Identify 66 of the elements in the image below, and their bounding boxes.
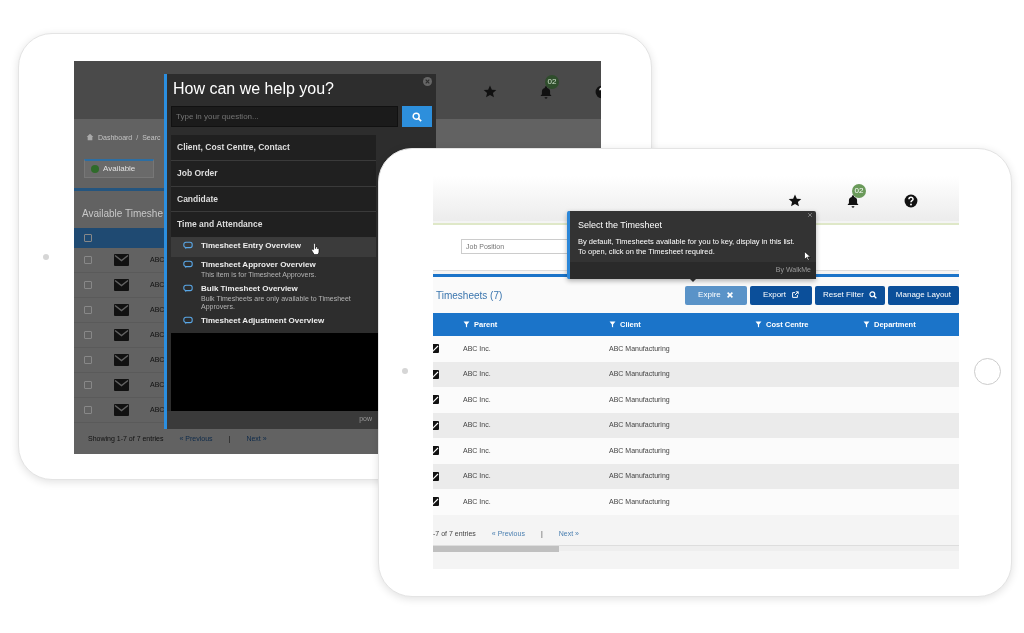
hand-cursor-icon bbox=[310, 243, 320, 256]
article-item[interactable]: Timesheet Adjustment Overview bbox=[171, 313, 376, 330]
close-icon[interactable] bbox=[423, 77, 432, 86]
panel-title: How can we help you? bbox=[172, 79, 335, 99]
article-title: Timesheet Adjustment Overview bbox=[201, 315, 325, 328]
chat-bubble-icon bbox=[183, 241, 193, 251]
status-dot-icon bbox=[91, 165, 99, 173]
article-title: Timesheet Approver Overview bbox=[201, 259, 317, 272]
home-icon bbox=[86, 133, 94, 141]
x-icon bbox=[725, 291, 734, 299]
table-title: Timesheets (7) bbox=[436, 288, 503, 303]
filter-icon bbox=[609, 321, 616, 328]
toolbar-button[interactable]: Manage Layout bbox=[887, 285, 959, 305]
star-icon[interactable] bbox=[788, 193, 802, 208]
close-icon[interactable] bbox=[807, 212, 813, 218]
envelope-icon bbox=[114, 354, 129, 366]
scrollbar[interactable] bbox=[433, 545, 959, 551]
checkbox[interactable] bbox=[84, 234, 92, 242]
envelope-icon bbox=[114, 279, 129, 291]
edit-icon bbox=[433, 471, 439, 481]
filter-icon bbox=[463, 321, 470, 328]
checkbox[interactable] bbox=[84, 381, 92, 389]
envelope-icon bbox=[114, 254, 129, 266]
envelope-icon bbox=[114, 304, 129, 316]
chat-bubble-icon bbox=[183, 260, 193, 270]
help-icon[interactable] bbox=[904, 193, 918, 208]
checkbox[interactable] bbox=[84, 281, 92, 289]
checkbox[interactable] bbox=[84, 406, 92, 414]
pointer-cursor-icon bbox=[804, 251, 811, 261]
checkbox[interactable] bbox=[84, 356, 92, 364]
envelope-icon bbox=[114, 379, 129, 391]
section-title: Available Timeshe bbox=[81, 207, 164, 221]
checkbox[interactable] bbox=[84, 256, 92, 264]
camera-dot bbox=[402, 368, 408, 374]
bell-icon[interactable] bbox=[846, 193, 860, 208]
filter-icon bbox=[755, 321, 762, 328]
search-field[interactable]: Type in your question... bbox=[171, 106, 399, 128]
search-button[interactable] bbox=[402, 106, 432, 128]
category-item[interactable]: Time and Attendance bbox=[171, 212, 376, 239]
search-icon bbox=[868, 291, 877, 299]
notification-badge: 02 bbox=[852, 183, 866, 198]
edit-icon bbox=[433, 369, 439, 379]
toolbar-button[interactable]: Export bbox=[749, 285, 812, 305]
article-title: Timesheet Entry Overview bbox=[201, 240, 301, 253]
checkbox[interactable] bbox=[84, 331, 92, 339]
article-item[interactable]: Timesheet Entry Overview bbox=[171, 238, 376, 258]
filter-icon bbox=[863, 321, 870, 328]
tooltip-pointer bbox=[687, 276, 699, 282]
article-title: Bulk Timesheet Overview bbox=[201, 283, 299, 296]
notification-badge: 02 bbox=[545, 75, 559, 89]
chat-bubble-icon bbox=[183, 316, 193, 326]
chat-bubble-icon bbox=[183, 284, 193, 294]
tooltip-title: Select the Timesheet bbox=[578, 219, 664, 232]
category-item[interactable]: Job Order bbox=[171, 160, 376, 187]
edit-icon bbox=[433, 420, 439, 430]
camera-dot bbox=[43, 254, 49, 260]
toolbar-button[interactable]: Reset Filter bbox=[814, 285, 885, 305]
envelope-icon bbox=[114, 329, 129, 341]
envelope-icon bbox=[114, 404, 129, 416]
external-link-icon bbox=[791, 291, 799, 299]
search-icon bbox=[412, 111, 423, 122]
star-icon[interactable] bbox=[483, 85, 497, 99]
category-item[interactable]: Candidate bbox=[171, 186, 376, 213]
category-item[interactable]: Client, Cost Centre, Contact bbox=[171, 135, 376, 161]
checkbox[interactable] bbox=[84, 306, 92, 314]
available-tab[interactable]: Available bbox=[84, 159, 154, 178]
